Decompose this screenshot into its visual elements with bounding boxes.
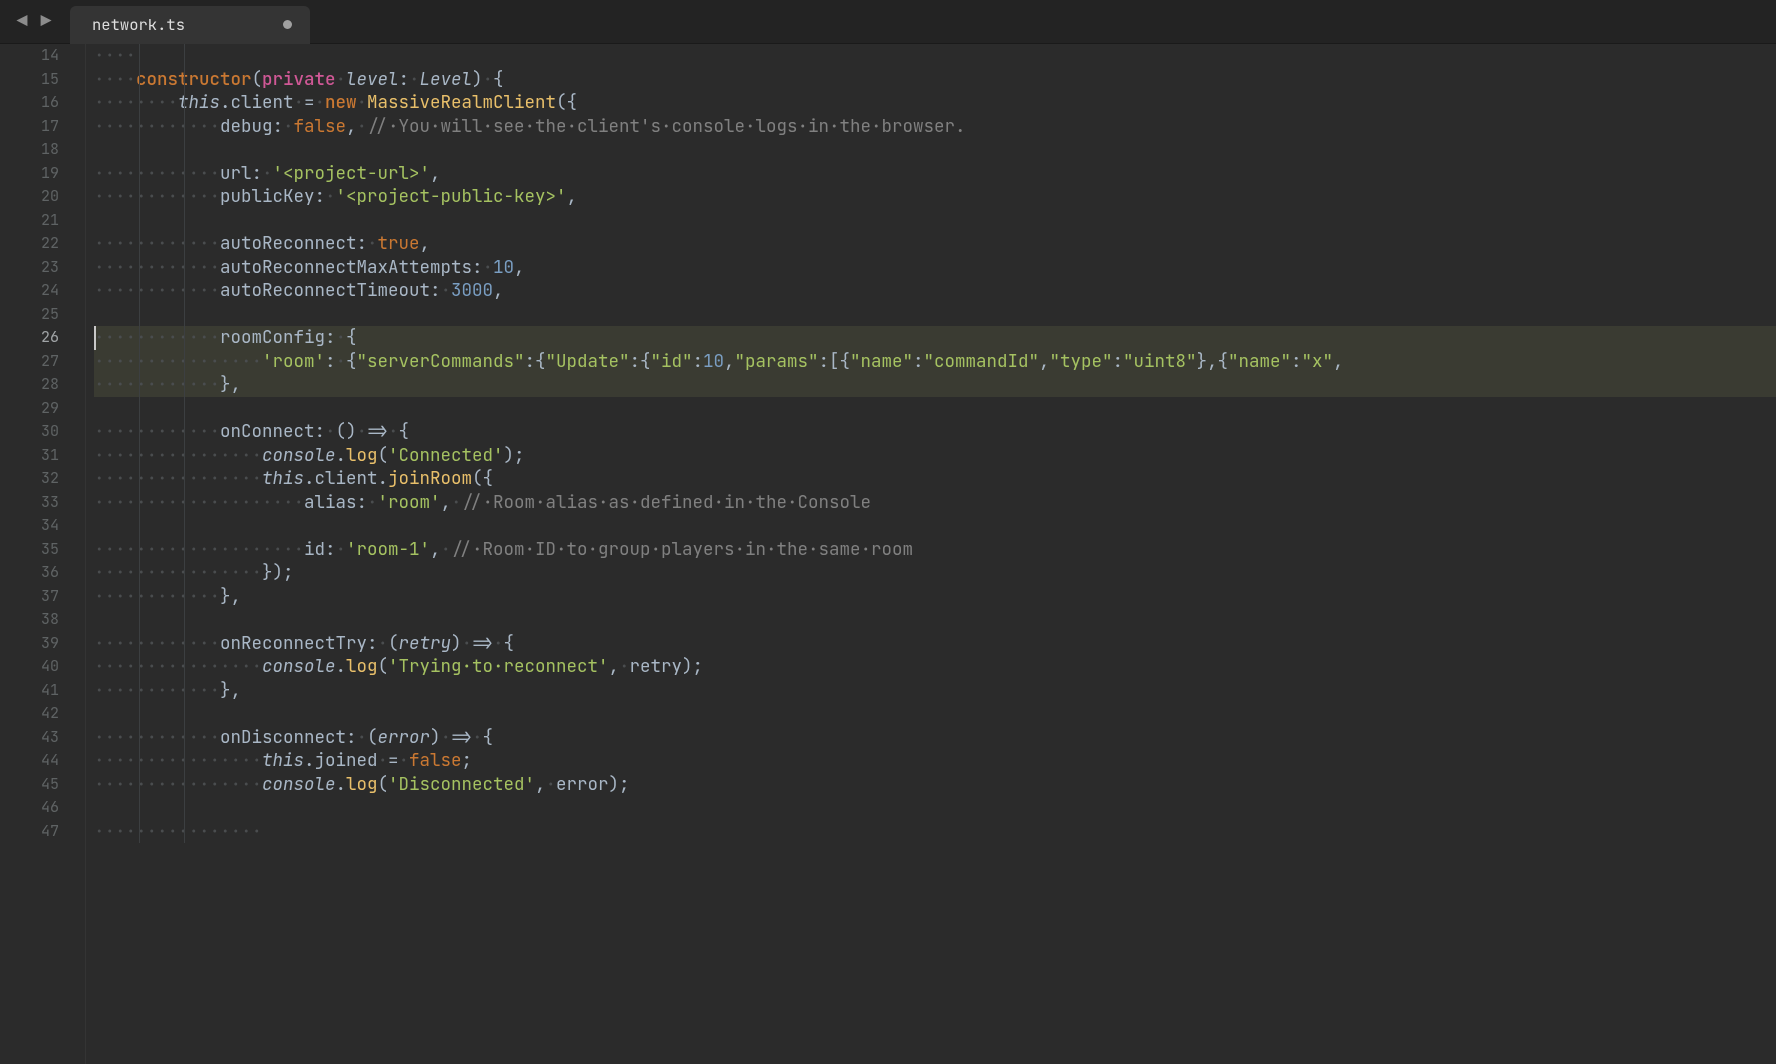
code-line[interactable]: ············autoReconnectMaxAttempts:·10… bbox=[94, 256, 1776, 280]
line-number: 27 bbox=[0, 350, 85, 374]
line-number: 43 bbox=[0, 726, 85, 750]
code-line[interactable]: ················'room':·{"serverCommands… bbox=[94, 350, 1776, 374]
code-line[interactable]: ············roomConfig:·{ bbox=[94, 326, 1776, 350]
line-number: 30 bbox=[0, 420, 85, 444]
line-number: 17 bbox=[0, 115, 85, 139]
code-line[interactable]: ············url:·'<project-url>', bbox=[94, 162, 1776, 186]
code-line[interactable]: ················console.log('Disconnecte… bbox=[94, 773, 1776, 797]
line-number: 47 bbox=[0, 820, 85, 844]
line-number: 22 bbox=[0, 232, 85, 256]
code-line[interactable] bbox=[94, 397, 1776, 421]
code-line[interactable] bbox=[94, 608, 1776, 632]
editor-window: ◀ ▶ network.ts 1415161718192021222324252… bbox=[0, 0, 1776, 1064]
line-number: 42 bbox=[0, 702, 85, 726]
nav-group: ◀ ▶ bbox=[12, 10, 56, 34]
line-number: 24 bbox=[0, 279, 85, 303]
code-line[interactable] bbox=[94, 514, 1776, 538]
tab-filename: network.ts bbox=[92, 13, 185, 37]
code-line[interactable]: ········this.client·=·new·MassiveRealmCl… bbox=[94, 91, 1776, 115]
nav-forward-icon[interactable]: ▶ bbox=[36, 10, 56, 34]
line-number: 31 bbox=[0, 444, 85, 468]
line-number: 29 bbox=[0, 397, 85, 421]
code-line[interactable]: ············}, bbox=[94, 679, 1776, 703]
line-number-gutter: 1415161718192021222324252627282930313233… bbox=[0, 44, 86, 1064]
code-line[interactable]: ············onDisconnect:·(error)·=>·{ bbox=[94, 726, 1776, 750]
text-cursor bbox=[94, 326, 96, 350]
code-line[interactable]: ············publicKey:·'<project-public-… bbox=[94, 185, 1776, 209]
code-content[interactable]: ········constructor(private·level:·Level… bbox=[86, 44, 1776, 1064]
line-number: 45 bbox=[0, 773, 85, 797]
line-number: 34 bbox=[0, 514, 85, 538]
code-line[interactable]: ····················alias:·'room',·//·Ro… bbox=[94, 491, 1776, 515]
tab-active[interactable]: network.ts bbox=[70, 6, 310, 44]
line-number: 18 bbox=[0, 138, 85, 162]
code-line[interactable]: ················console.log('Connected')… bbox=[94, 444, 1776, 468]
line-number: 40 bbox=[0, 655, 85, 679]
line-number: 39 bbox=[0, 632, 85, 656]
line-number: 33 bbox=[0, 491, 85, 515]
code-line[interactable] bbox=[94, 209, 1776, 233]
line-number: 44 bbox=[0, 749, 85, 773]
line-number: 25 bbox=[0, 303, 85, 327]
code-line[interactable] bbox=[94, 303, 1776, 327]
code-line[interactable] bbox=[94, 796, 1776, 820]
line-number: 14 bbox=[0, 44, 85, 68]
code-line[interactable]: ············onReconnectTry:·(retry)·=>·{ bbox=[94, 632, 1776, 656]
line-number: 26 bbox=[0, 326, 85, 350]
line-number: 20 bbox=[0, 185, 85, 209]
line-number: 21 bbox=[0, 209, 85, 233]
nav-back-icon[interactable]: ◀ bbox=[12, 10, 32, 34]
line-number: 38 bbox=[0, 608, 85, 632]
code-line[interactable]: ···· bbox=[94, 44, 1776, 68]
code-line[interactable]: ····················id:·'room-1',·//·Roo… bbox=[94, 538, 1776, 562]
code-line[interactable]: ················}); bbox=[94, 561, 1776, 585]
code-line[interactable]: ············autoReconnectTimeout:·3000, bbox=[94, 279, 1776, 303]
line-number: 46 bbox=[0, 796, 85, 820]
line-number: 41 bbox=[0, 679, 85, 703]
tab-bar: ◀ ▶ network.ts bbox=[0, 0, 1776, 44]
code-line[interactable]: ············onConnect:·()·=>·{ bbox=[94, 420, 1776, 444]
code-line[interactable]: ············autoReconnect:·true, bbox=[94, 232, 1776, 256]
code-line[interactable]: ················console.log('Trying·to·r… bbox=[94, 655, 1776, 679]
line-number: 23 bbox=[0, 256, 85, 280]
line-number: 28 bbox=[0, 373, 85, 397]
code-line[interactable]: ················this.client.joinRoom({ bbox=[94, 467, 1776, 491]
line-number: 35 bbox=[0, 538, 85, 562]
code-line[interactable]: ············}, bbox=[94, 373, 1776, 397]
code-line[interactable] bbox=[94, 702, 1776, 726]
line-number: 36 bbox=[0, 561, 85, 585]
line-number: 37 bbox=[0, 585, 85, 609]
code-line[interactable]: ····constructor(private·level:·Level)·{ bbox=[94, 68, 1776, 92]
code-line[interactable]: ············}, bbox=[94, 585, 1776, 609]
line-number: 32 bbox=[0, 467, 85, 491]
code-line[interactable]: ············debug:·false,·//·You·will·se… bbox=[94, 115, 1776, 139]
line-number: 15 bbox=[0, 68, 85, 92]
line-number: 19 bbox=[0, 162, 85, 186]
tab-modified-icon bbox=[283, 20, 292, 29]
code-line[interactable]: ················this.joined·=·false; bbox=[94, 749, 1776, 773]
line-number: 16 bbox=[0, 91, 85, 115]
code-line[interactable] bbox=[94, 138, 1776, 162]
code-line[interactable]: ················ bbox=[94, 820, 1776, 844]
editor-area[interactable]: 1415161718192021222324252627282930313233… bbox=[0, 44, 1776, 1064]
